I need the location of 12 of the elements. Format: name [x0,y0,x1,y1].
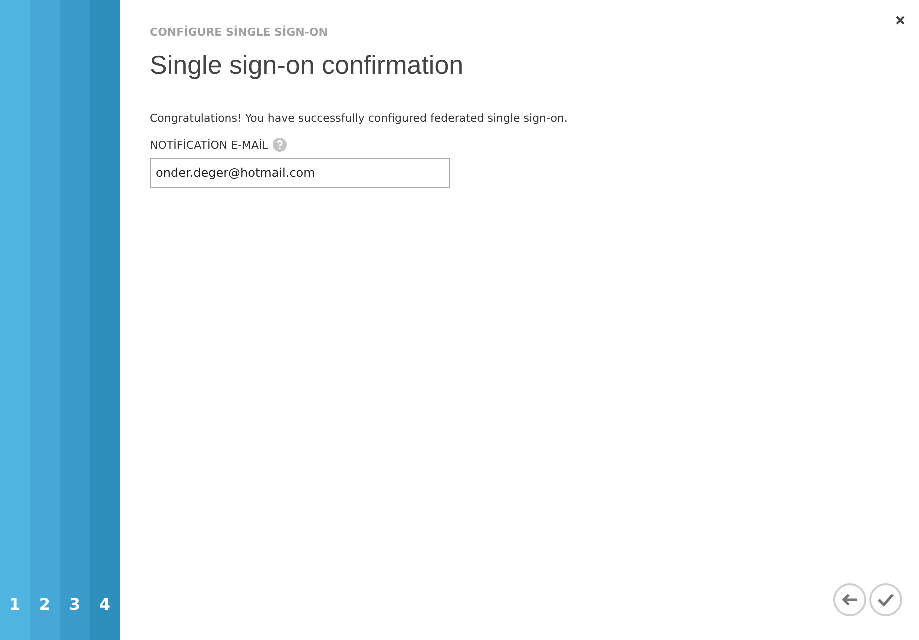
field-label: NOTİFİCATİON E-MAİL [150,138,268,152]
step-column[interactable]: 4 [90,0,120,640]
dialog-title: Single sign-on confirmation [150,50,465,81]
close-icon[interactable] [896,16,905,25]
step-column[interactable]: 1 [0,0,30,640]
email-field[interactable]: onder.deger@hotmail.com [150,158,450,188]
section-heading: CONFİGURE SİNGLE SİGN-ON [150,26,329,39]
back-button[interactable] [833,583,867,617]
step-column[interactable]: 2 [30,0,60,640]
confirm-button[interactable] [869,583,903,617]
confirmation-message: Congratulations! You have successfully configured federated single sign-on. [150,112,568,125]
step-column[interactable]: 3 [60,0,90,640]
